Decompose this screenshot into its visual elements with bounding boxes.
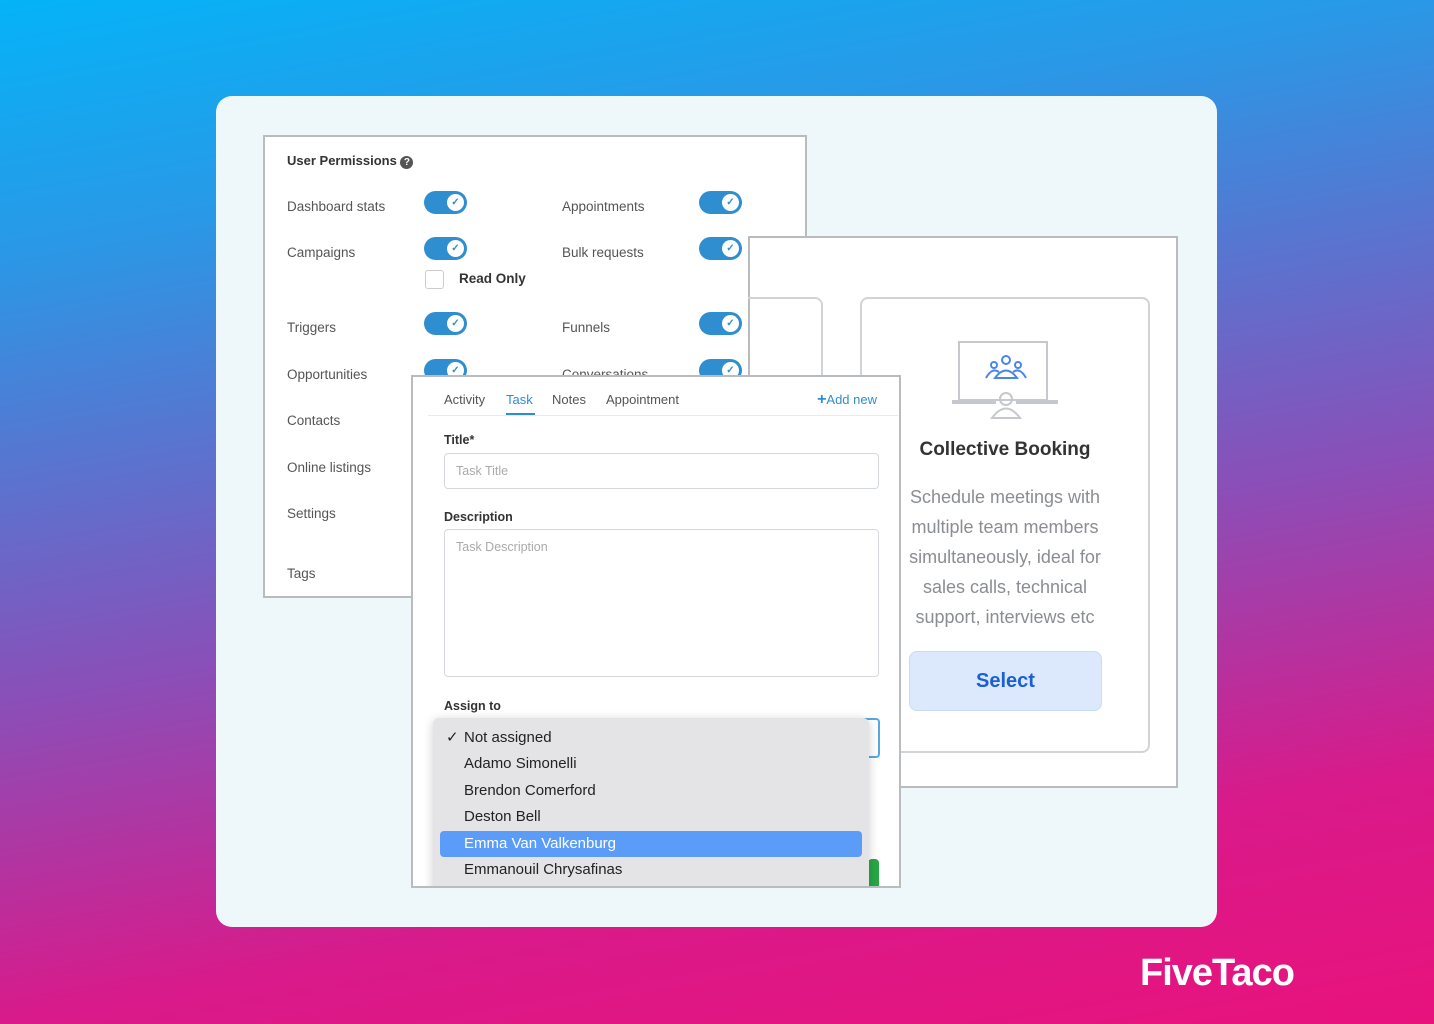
permission-label: Tags [287,566,316,581]
assign-option[interactable]: Brendon Comerford [440,778,862,804]
assign-option[interactable]: ✓ Not assigned [440,725,862,751]
read-only-checkbox[interactable] [425,270,444,289]
permission-label: Settings [287,506,336,521]
check-icon: ✓ [722,240,739,257]
permission-toggle[interactable]: ✓ [699,191,742,214]
tab-activity[interactable]: Activity [444,392,485,407]
fivetaco-logo: FiveTaco [1140,952,1295,994]
task-description-input[interactable]: Task Description [444,529,879,677]
check-icon: ✓ [722,315,739,332]
select-button[interactable]: Select [909,651,1102,711]
tab-divider [428,415,898,416]
permission-label: Funnels [562,320,611,335]
assign-to-label: Assign to [444,699,501,713]
permission-label: Triggers [287,320,337,335]
task-panel: Activity Task Notes Appointment +Add new Ti… [411,375,901,888]
permission-label: Bulk requests [562,245,644,260]
collective-booking-icon [952,341,1058,419]
plus-icon: + [817,391,827,408]
assign-option[interactable]: Deston Bell [440,804,862,830]
permissions-title: User Permissions ? [287,153,414,169]
permission-toggle[interactable]: ✓ [424,312,467,335]
assign-option[interactable]: Emma Van Valkenburg [440,830,862,857]
question-circle-icon[interactable]: ? [400,156,414,169]
task-title-input[interactable]: Task Title [444,453,879,489]
read-only-label: Read Only [459,271,526,286]
check-icon: ✓ [447,315,464,332]
assign-dropdown-menu: ✓ Not assigned Adamo Simonelli Brendon Come… [433,718,869,886]
tab-appointment[interactable]: Appointment [606,392,679,407]
tab-task[interactable]: Task [506,392,533,407]
screenshot-card: User Permissions ? Dashboard stats ✓ Campa… [216,96,1217,927]
checkmark-icon: ✓ [446,729,459,746]
check-icon: ✓ [722,194,739,211]
permission-label: Opportunities [287,367,368,382]
save-button-partial[interactable] [868,859,879,886]
assign-option[interactable]: Emmanouil Chrysafinas [440,857,862,883]
booking-description: Schedule meetings with multiple team mem… [909,487,1101,627]
check-icon: ✓ [447,240,464,257]
permission-toggle[interactable]: ✓ [424,237,467,260]
permission-toggle[interactable]: ✓ [424,191,467,214]
title-label: Title* [444,433,475,447]
permission-toggle[interactable]: ✓ [699,312,742,335]
permission-label: Campaigns [287,245,356,260]
permission-label: Contacts [287,413,341,428]
permission-toggle[interactable]: ✓ [699,237,742,260]
booking-title: Collective Booking [919,439,1091,460]
permission-label: Online listings [287,460,372,475]
permission-label: Dashboard stats [287,199,386,214]
permission-label: Appointments [562,199,645,214]
check-icon: ✓ [447,194,464,211]
add-new-button[interactable]: +Add new [817,391,877,409]
assign-option[interactable]: Adamo Simonelli [440,751,862,777]
tab-notes[interactable]: Notes [552,392,586,407]
description-label: Description [444,510,513,524]
collective-booking-card: Collective Booking Schedule meetings wit… [860,297,1150,753]
